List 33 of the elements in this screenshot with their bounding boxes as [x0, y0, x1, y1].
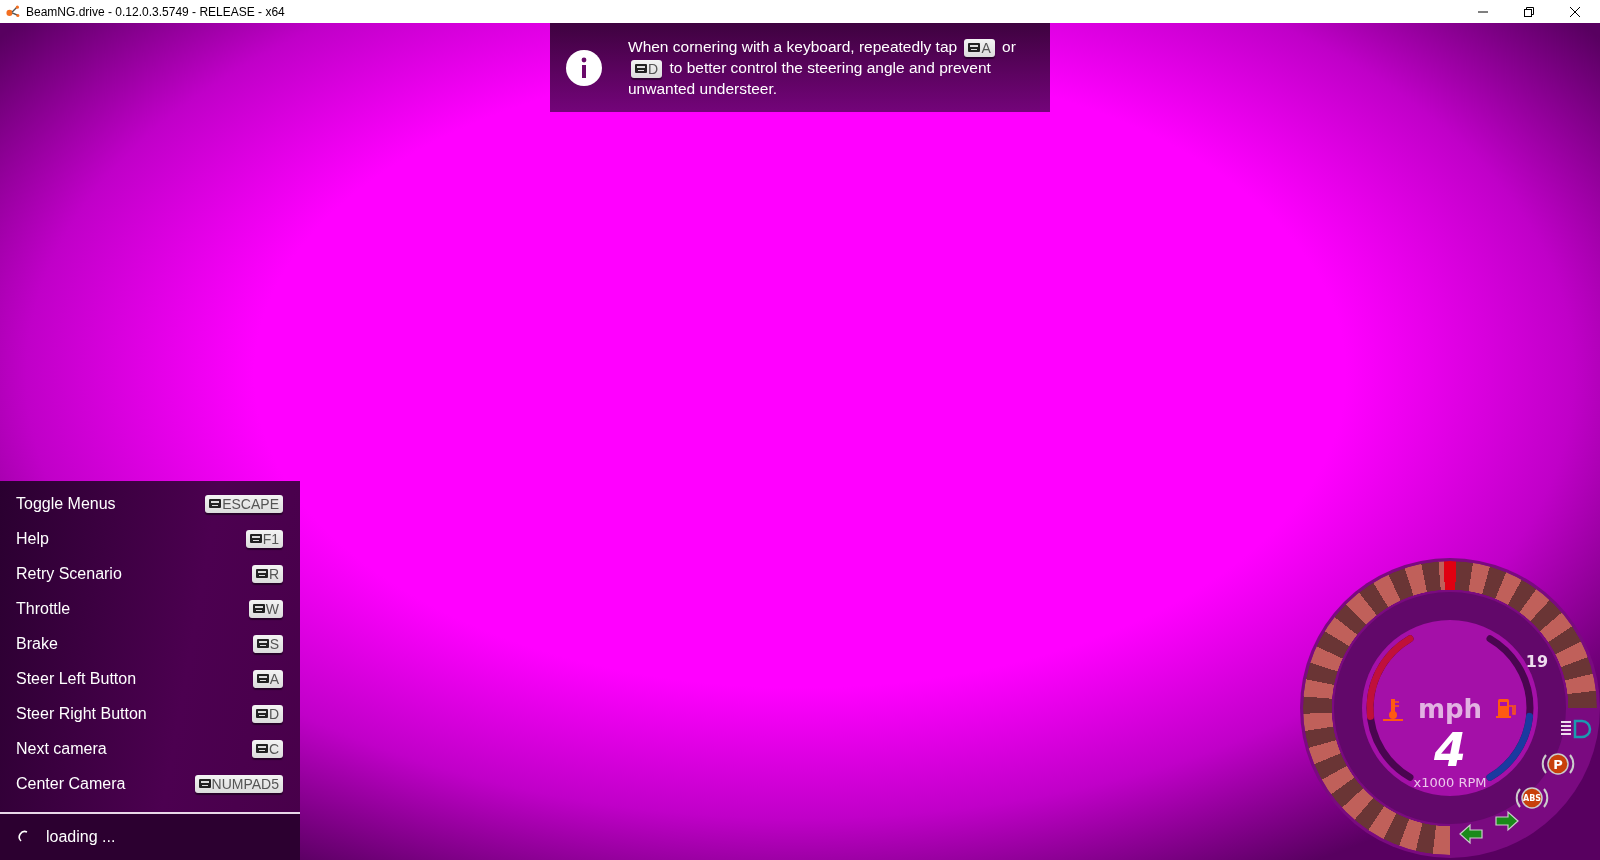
- window-title: BeamNG.drive - 0.12.0.3.5749 - RELEASE - x64: [26, 4, 285, 19]
- key-badge: C: [251, 739, 283, 758]
- tip-text: When cornering with a keyboard, repeatedly tap A or D to better control the steering angle and prevent unwanted understeer.: [628, 37, 1017, 99]
- action-label: Next camera: [16, 739, 107, 758]
- status-text: loading ...: [46, 828, 116, 846]
- action-label: Retry Scenario: [16, 564, 122, 583]
- abs-label: ABS: [1522, 794, 1542, 803]
- action-label: Steer Left Button: [16, 669, 137, 688]
- action-label: Throttle: [16, 599, 71, 618]
- key-badge: R: [251, 564, 283, 583]
- action-label: Toggle Menus: [16, 494, 116, 513]
- key-badge: F1: [245, 529, 283, 548]
- key-badge: A: [964, 38, 995, 57]
- key-badge: W: [248, 599, 283, 618]
- speed-unit: mph: [1417, 694, 1483, 724]
- parking-brake-label: P: [1553, 757, 1563, 772]
- action-label: Center Camera: [16, 774, 126, 793]
- action-label: Steer Right Button: [16, 704, 147, 723]
- action-label: Help: [16, 529, 49, 548]
- speed-value: 4: [1434, 723, 1466, 777]
- close-icon[interactable]: [1570, 6, 1580, 17]
- gear-indicator: 19: [1525, 652, 1549, 671]
- app-logo-icon: [6, 4, 20, 19]
- restore-icon[interactable]: [1524, 6, 1534, 17]
- rpm-label: x1000 RPM: [1413, 775, 1487, 790]
- key-badge: ESCAPE: [205, 494, 283, 513]
- key-badge: D: [631, 59, 663, 78]
- key-badge: NUMPAD5: [194, 774, 283, 793]
- info-icon: [566, 49, 602, 86]
- action-label: Brake: [16, 634, 58, 653]
- key-badge: D: [251, 704, 283, 723]
- key-badge: S: [252, 634, 283, 653]
- key-badge: A: [252, 669, 283, 688]
